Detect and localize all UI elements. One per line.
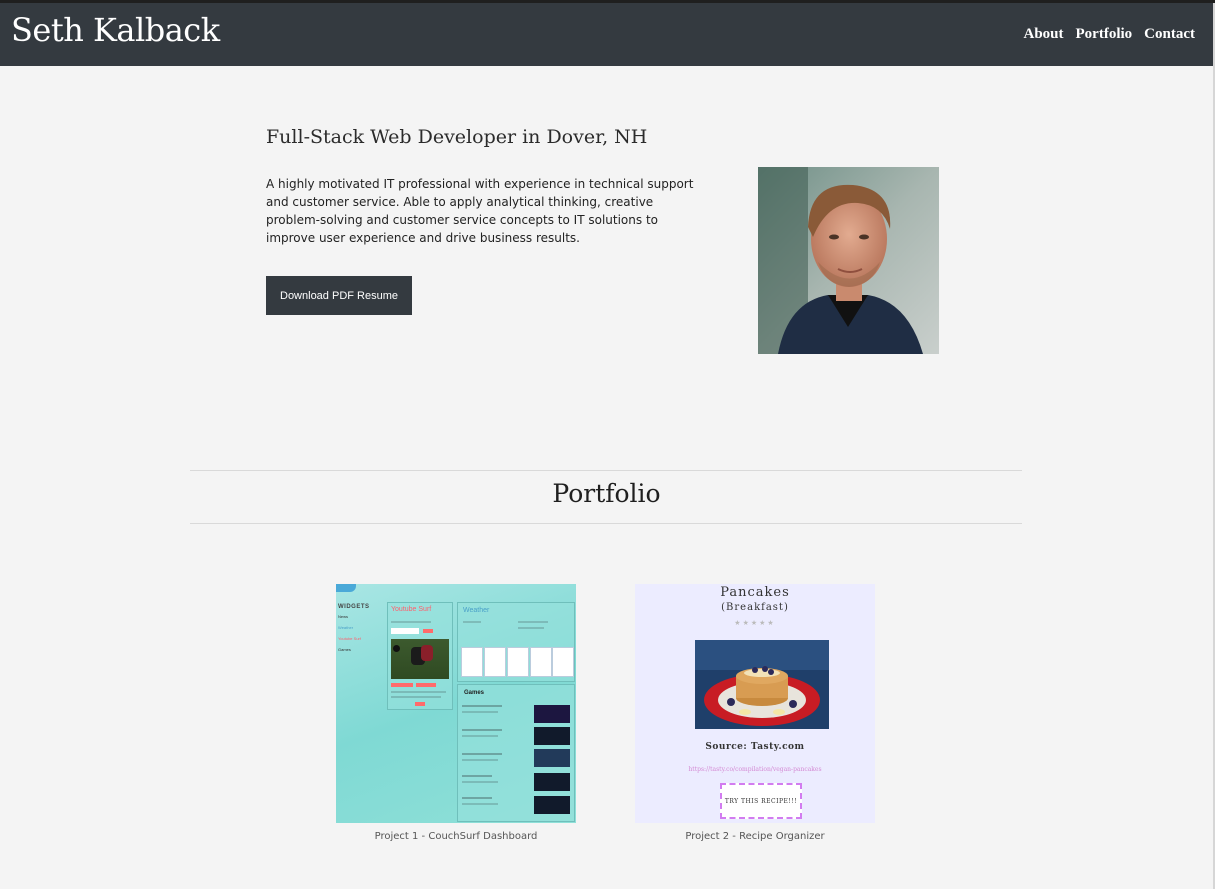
recipe-category: (Breakfast) <box>721 602 789 613</box>
brand-name[interactable]: Seth Kalback <box>11 11 220 49</box>
recipe-title: Pancakes <box>720 585 790 600</box>
weather-widget: Weather <box>457 602 575 682</box>
pancake-image <box>695 640 829 729</box>
portfolio-heading: Portfolio <box>552 479 661 508</box>
nav-link-contact[interactable]: Contact <box>1144 26 1195 43</box>
recipe-link: https://tasty.co/compilation/vegan-panca… <box>688 766 822 773</box>
youtube-search-input <box>391 628 419 634</box>
navbar: Seth Kalback About Portfolio Contact <box>0 3 1213 66</box>
dashboard-sidebar-item: Youtube Surf <box>338 636 361 641</box>
dashboard-sidebar-item: Weather <box>338 625 354 630</box>
hero-description: A highly motivated IT professional with … <box>266 177 694 245</box>
youtube-video-thumbnail <box>391 639 449 679</box>
games-widget: Games <box>457 684 575 822</box>
portfolio-divider-bottom <box>190 523 1022 524</box>
dashboard-sidebar-title: WIDGETS <box>338 604 370 610</box>
nav-link-about[interactable]: About <box>1024 26 1064 43</box>
project-1-caption: Project 1 - CouchSurf Dashboard <box>374 831 538 842</box>
project-2-caption: Project 2 - Recipe Organizer <box>685 831 825 842</box>
youtube-widget: Youtube Surf <box>387 602 453 710</box>
try-recipe-button: TRY THIS RECIPE!!! <box>720 783 802 819</box>
nav-link-portfolio[interactable]: Portfolio <box>1076 26 1133 43</box>
recipe-rating-stars: ★★★★★ <box>734 620 776 627</box>
recipe-source: Source: Tasty.com <box>705 742 805 752</box>
weather-widget-title: Weather <box>463 607 490 614</box>
dashboard-sidebar-item: News <box>338 614 349 619</box>
nav-links: About Portfolio Contact <box>1024 26 1196 43</box>
dashboard-sidebar-item: Games <box>338 647 351 652</box>
hero-title: Full-Stack Web Developer in Dover, NH <box>266 126 648 148</box>
profile-photo <box>758 167 939 354</box>
youtube-widget-title: Youtube Surf <box>391 606 432 613</box>
games-widget-title: Games <box>464 690 485 696</box>
project-2-thumbnail[interactable]: Pancakes (Breakfast) ★★★★★ Source: Tasty… <box>635 584 875 823</box>
portfolio-divider-top <box>190 470 1022 471</box>
project-1-thumbnail[interactable]: WIDGETS News Weather Youtube Surf Games … <box>336 584 576 823</box>
dashboard-logo <box>336 584 356 592</box>
download-resume-button[interactable]: Download PDF Resume <box>266 276 412 315</box>
